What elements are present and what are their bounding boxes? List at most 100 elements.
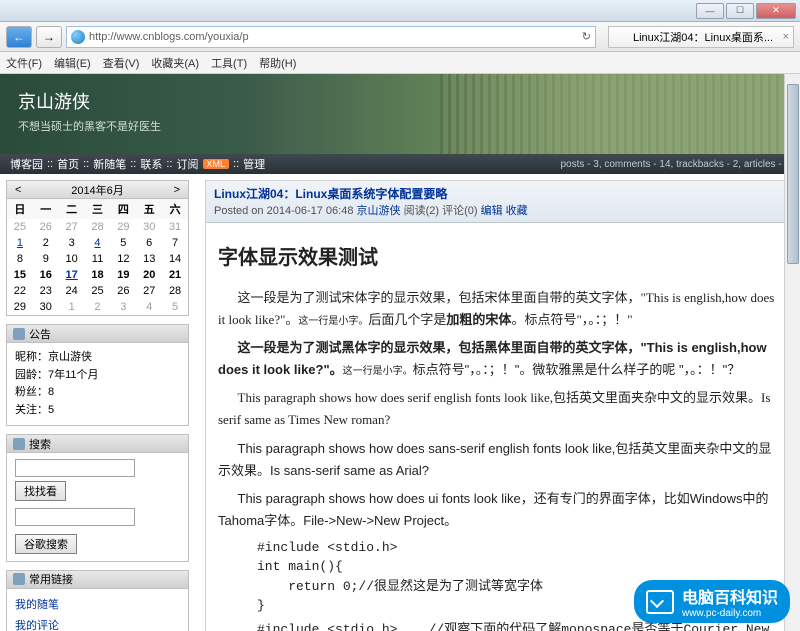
forward-button[interactable]: → bbox=[36, 26, 62, 48]
cal-day[interactable]: 16 bbox=[33, 267, 59, 283]
menu-edit[interactable]: 编辑(E) bbox=[54, 55, 91, 71]
close-button[interactable]: ✕ bbox=[756, 3, 796, 19]
cal-day[interactable]: 5 bbox=[162, 299, 188, 315]
sidebar-link[interactable]: 我的评论 bbox=[15, 616, 180, 631]
cal-day[interactable]: 25 bbox=[7, 219, 33, 235]
blog-banner: 京山游侠 不想当硕士的黑客不是好医生 bbox=[0, 74, 800, 154]
cal-day[interactable]: 29 bbox=[7, 299, 33, 315]
vertical-scrollbar[interactable] bbox=[784, 74, 800, 631]
menu-tools[interactable]: 工具(T) bbox=[211, 55, 247, 71]
nav-cnblogs[interactable]: 博客园 bbox=[10, 156, 43, 172]
menu-favorites[interactable]: 收藏夹(A) bbox=[151, 55, 199, 71]
cal-day[interactable]: 23 bbox=[33, 283, 59, 299]
nav-subscribe[interactable]: 订阅 bbox=[177, 156, 199, 172]
blog-subtitle: 不想当硕士的黑客不是好医生 bbox=[18, 118, 782, 134]
post-author[interactable]: 京山游侠 bbox=[357, 205, 401, 217]
google-search-button[interactable]: 谷歌搜索 bbox=[15, 534, 77, 554]
cal-day[interactable]: 24 bbox=[59, 283, 85, 299]
browser-toolbar: ← → ↻ Linux江湖04：Linux桌面系... × bbox=[0, 22, 800, 52]
cal-day[interactable]: 30 bbox=[136, 219, 162, 235]
cal-day[interactable]: 14 bbox=[162, 251, 188, 267]
cal-header: 二 bbox=[59, 199, 85, 219]
nav-contact[interactable]: 联系 bbox=[140, 156, 162, 172]
cal-day[interactable]: 5 bbox=[110, 235, 136, 251]
scroll-thumb[interactable] bbox=[787, 84, 799, 264]
nav-home[interactable]: 首页 bbox=[57, 156, 79, 172]
page-viewport: 京山游侠 不想当硕士的黑客不是好医生 博客园 :: 首页 :: 新随笔 :: 联… bbox=[0, 74, 800, 631]
notice-line: 关注：5 bbox=[15, 402, 180, 420]
cal-prev[interactable]: < bbox=[15, 184, 21, 196]
cal-day[interactable]: 12 bbox=[110, 251, 136, 267]
post-title[interactable]: Linux江湖04：Linux桌面系统字体配置要略 bbox=[214, 185, 781, 202]
cal-day[interactable]: 8 bbox=[7, 251, 33, 267]
cal-day[interactable]: 15 bbox=[7, 267, 33, 283]
maximize-button[interactable]: ☐ bbox=[726, 3, 754, 19]
search-input[interactable] bbox=[15, 459, 135, 477]
cal-day[interactable]: 10 bbox=[59, 251, 85, 267]
para-hei: 这一段是为了测试黑体字的显示效果，包括黑体里面自带的英文字体，"This is … bbox=[218, 337, 777, 381]
cal-day[interactable]: 13 bbox=[136, 251, 162, 267]
refresh-icon[interactable]: ↻ bbox=[582, 30, 591, 43]
tab-close-icon[interactable]: × bbox=[783, 31, 789, 43]
cal-day[interactable]: 30 bbox=[33, 299, 59, 315]
minimize-button[interactable]: — bbox=[696, 3, 724, 19]
post-edit[interactable]: 编辑 bbox=[481, 205, 503, 217]
sidebar-link[interactable]: 我的随笔 bbox=[15, 595, 180, 617]
post-reads: 阅读(2) bbox=[404, 205, 439, 217]
cal-day[interactable]: 1 bbox=[59, 299, 85, 315]
blog-nav: 博客园 :: 首页 :: 新随笔 :: 联系 :: 订阅 XML :: 管理 p… bbox=[0, 154, 800, 174]
calendar-widget: < 2014年6月 > 日一二三四五六252627282930311234567… bbox=[6, 180, 189, 316]
cal-day[interactable]: 9 bbox=[33, 251, 59, 267]
cal-day[interactable]: 27 bbox=[59, 219, 85, 235]
cal-day[interactable]: 3 bbox=[59, 235, 85, 251]
cal-day[interactable]: 19 bbox=[110, 267, 136, 283]
cal-day[interactable]: 2 bbox=[33, 235, 59, 251]
cal-day[interactable]: 28 bbox=[85, 219, 111, 235]
search-button[interactable]: 找找看 bbox=[15, 481, 66, 501]
menu-help[interactable]: 帮助(H) bbox=[259, 55, 296, 71]
nav-newpost[interactable]: 新随笔 bbox=[93, 156, 126, 172]
cal-next[interactable]: > bbox=[174, 184, 180, 196]
cal-day[interactable]: 4 bbox=[136, 299, 162, 315]
cal-day[interactable]: 7 bbox=[162, 235, 188, 251]
cal-day[interactable]: 17 bbox=[59, 267, 85, 283]
cal-day[interactable]: 27 bbox=[136, 283, 162, 299]
post-comments: 评论(0) bbox=[442, 205, 477, 217]
url-input[interactable] bbox=[89, 31, 578, 43]
cal-day[interactable]: 25 bbox=[85, 283, 111, 299]
watermark-title: 电脑百科知识 bbox=[682, 590, 778, 607]
search-title: 搜索 bbox=[29, 436, 51, 452]
links-icon bbox=[13, 573, 25, 585]
menu-view[interactable]: 查看(V) bbox=[103, 55, 140, 71]
back-button[interactable]: ← bbox=[6, 26, 32, 48]
xml-badge[interactable]: XML bbox=[203, 159, 230, 169]
google-search-input[interactable] bbox=[15, 508, 135, 526]
cal-day[interactable]: 3 bbox=[110, 299, 136, 315]
cal-day[interactable]: 31 bbox=[162, 219, 188, 235]
post-fav[interactable]: 收藏 bbox=[506, 205, 528, 217]
browser-tab[interactable]: Linux江湖04：Linux桌面系... × bbox=[608, 26, 794, 48]
watermark-url: www.pc-daily.com bbox=[682, 608, 778, 619]
cal-day[interactable]: 21 bbox=[162, 267, 188, 283]
cal-day[interactable]: 2 bbox=[85, 299, 111, 315]
cal-day[interactable]: 11 bbox=[85, 251, 111, 267]
cal-day[interactable]: 18 bbox=[85, 267, 111, 283]
nav-admin[interactable]: 管理 bbox=[243, 156, 265, 172]
cal-day[interactable]: 26 bbox=[110, 283, 136, 299]
cal-day[interactable]: 26 bbox=[33, 219, 59, 235]
cal-day[interactable]: 28 bbox=[162, 283, 188, 299]
address-bar[interactable]: ↻ bbox=[66, 26, 596, 48]
notice-panel: 公告 昵称：京山游侠园龄：7年11个月粉丝：8关注：5 bbox=[6, 324, 189, 426]
menu-bar: 文件(F) 编辑(E) 查看(V) 收藏夹(A) 工具(T) 帮助(H) bbox=[0, 52, 800, 74]
watermark: 电脑百科知识 www.pc-daily.com bbox=[634, 580, 790, 623]
cal-header: 五 bbox=[136, 199, 162, 219]
search-panel: 搜索 找找看 谷歌搜索 bbox=[6, 434, 189, 561]
cal-day[interactable]: 22 bbox=[7, 283, 33, 299]
cal-day[interactable]: 20 bbox=[136, 267, 162, 283]
cal-day[interactable]: 4 bbox=[85, 235, 111, 251]
cal-day[interactable]: 1 bbox=[7, 235, 33, 251]
blog-title: 京山游侠 bbox=[18, 88, 782, 114]
cal-day[interactable]: 6 bbox=[136, 235, 162, 251]
menu-file[interactable]: 文件(F) bbox=[6, 55, 42, 71]
cal-day[interactable]: 29 bbox=[110, 219, 136, 235]
